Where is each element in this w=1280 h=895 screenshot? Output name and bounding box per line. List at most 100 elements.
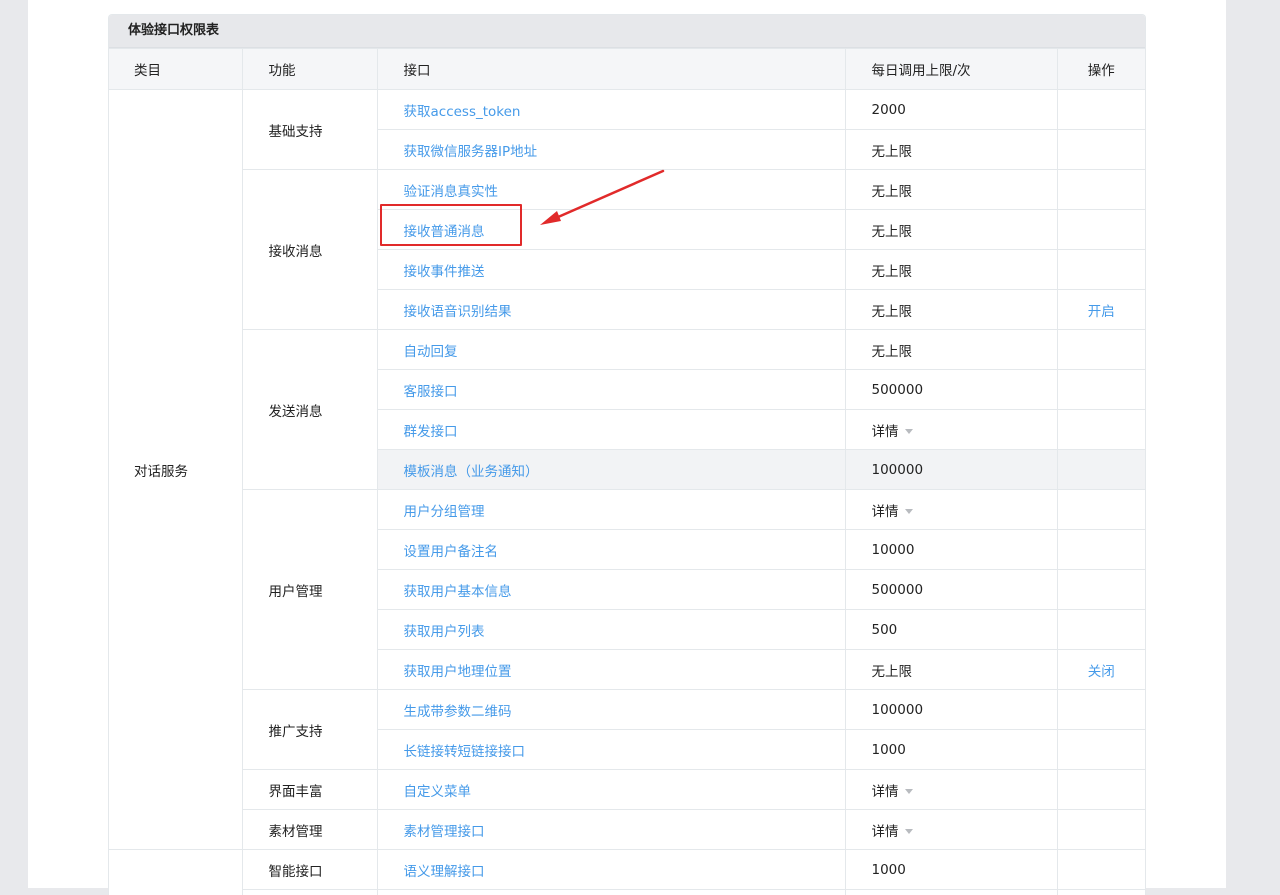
table-row	[109, 890, 1145, 895]
limit-cell: 无上限	[845, 130, 1057, 170]
api-cell	[377, 890, 845, 895]
header-daily-limit: 每日调用上限/次	[845, 49, 1057, 90]
api-link[interactable]: 设置用户备注名	[404, 544, 499, 560]
header-category: 类目	[109, 49, 242, 90]
details-label: 详情	[872, 784, 899, 800]
table-row: 推广支持 生成带参数二维码 100000	[109, 690, 1145, 730]
table-row: 界面丰富 自定义菜单 详情	[109, 770, 1145, 810]
limit-cell	[845, 890, 1057, 895]
header-function: 功能	[242, 49, 377, 90]
api-link[interactable]: 客服接口	[404, 384, 458, 400]
operation-cell	[1057, 770, 1145, 810]
limit-cell: 1000	[845, 730, 1057, 770]
table-header-row: 类目 功能 接口 每日调用上限/次 操作	[109, 49, 1145, 90]
api-link[interactable]: 获取用户列表	[404, 624, 485, 640]
operation-cell	[1057, 490, 1145, 530]
limit-cell: 无上限	[845, 330, 1057, 370]
operation-cell	[1057, 130, 1145, 170]
limit-cell: 无上限	[845, 170, 1057, 210]
operation-cell	[1057, 890, 1145, 895]
function-cell: 智能接口	[242, 850, 377, 890]
limit-cell: 500000	[845, 570, 1057, 610]
table-row: 接收消息 验证消息真实性 无上限	[109, 170, 1145, 210]
limit-cell: 500	[845, 610, 1057, 650]
header-operation: 操作	[1057, 49, 1145, 90]
operation-cell	[1057, 610, 1145, 650]
operation-cell	[1057, 850, 1145, 890]
api-link[interactable]: 自动回复	[404, 344, 458, 360]
operation-cell	[1057, 170, 1145, 210]
operation-cell	[1057, 250, 1145, 290]
api-permission-table: 类目 功能 接口 每日调用上限/次 操作 对话服务 基础支持 获取access_…	[109, 48, 1145, 895]
api-permission-panel: 体验接口权限表 类目 功能 接口 每日调用上限/次 操作 对话服务 基础支持 获…	[108, 14, 1146, 895]
details-label: 详情	[872, 824, 899, 840]
operation-cell	[1057, 570, 1145, 610]
table-row: 智能接口 语义理解接口 1000	[109, 850, 1145, 890]
operation-cell	[1057, 410, 1145, 450]
function-cell	[242, 890, 377, 895]
api-link[interactable]: 自定义菜单	[404, 784, 472, 800]
limit-cell: 无上限	[845, 250, 1057, 290]
operation-cell	[1057, 370, 1145, 410]
limit-cell: 无上限	[845, 650, 1057, 690]
function-cell: 用户管理	[242, 490, 377, 690]
operation-cell	[1057, 690, 1145, 730]
api-link[interactable]: 验证消息真实性	[404, 184, 499, 200]
function-cell: 素材管理	[242, 810, 377, 850]
operation-cell	[1057, 210, 1145, 250]
function-cell: 界面丰富	[242, 770, 377, 810]
api-link[interactable]: 用户分组管理	[404, 504, 485, 520]
details-dropdown[interactable]: 详情	[872, 504, 913, 520]
enable-link[interactable]: 开启	[1088, 304, 1115, 320]
limit-cell: 10000	[845, 530, 1057, 570]
api-link[interactable]: 获取access_token	[404, 104, 521, 120]
details-dropdown[interactable]: 详情	[872, 424, 913, 440]
limit-cell: 2000	[845, 90, 1057, 130]
api-link[interactable]: 接收事件推送	[404, 264, 485, 280]
category-cell-2	[109, 850, 242, 895]
api-link[interactable]: 获取微信服务器IP地址	[404, 144, 538, 160]
operation-cell	[1057, 730, 1145, 770]
api-link[interactable]: 接收普通消息	[404, 224, 485, 240]
operation-cell	[1057, 330, 1145, 370]
disable-link[interactable]: 关闭	[1088, 664, 1115, 680]
operation-cell	[1057, 530, 1145, 570]
function-cell: 发送消息	[242, 330, 377, 490]
limit-cell: 500000	[845, 370, 1057, 410]
operation-cell	[1057, 450, 1145, 490]
limit-cell: 无上限	[845, 210, 1057, 250]
caret-down-icon	[905, 789, 913, 794]
api-link[interactable]: 素材管理接口	[404, 824, 485, 840]
limit-cell: 100000	[845, 690, 1057, 730]
api-link[interactable]: 模板消息（业务通知）	[404, 464, 539, 480]
operation-cell	[1057, 810, 1145, 850]
caret-down-icon	[905, 509, 913, 514]
api-link[interactable]: 生成带参数二维码	[404, 704, 512, 720]
table-row: 用户管理 用户分组管理 详情	[109, 490, 1145, 530]
details-label: 详情	[872, 504, 899, 520]
category-cell: 对话服务	[109, 90, 242, 850]
function-cell: 接收消息	[242, 170, 377, 330]
details-dropdown[interactable]: 详情	[872, 784, 913, 800]
limit-cell: 无上限	[845, 290, 1057, 330]
api-link[interactable]: 获取用户基本信息	[404, 584, 512, 600]
api-link[interactable]: 长链接转短链接接口	[404, 744, 526, 760]
page-background: 体验接口权限表 类目 功能 接口 每日调用上限/次 操作 对话服务 基础支持 获…	[28, 0, 1226, 888]
header-api: 接口	[377, 49, 845, 90]
api-link[interactable]: 群发接口	[404, 424, 458, 440]
details-dropdown[interactable]: 详情	[872, 824, 913, 840]
operation-cell	[1057, 90, 1145, 130]
table-row: 素材管理 素材管理接口 详情	[109, 810, 1145, 850]
limit-cell: 100000	[845, 450, 1057, 490]
api-link[interactable]: 接收语音识别结果	[404, 304, 512, 320]
function-cell: 基础支持	[242, 90, 377, 170]
details-label: 详情	[872, 424, 899, 440]
table-row: 对话服务 基础支持 获取access_token 2000	[109, 90, 1145, 130]
panel-title: 体验接口权限表	[109, 15, 1145, 48]
table-row: 发送消息 自动回复 无上限	[109, 330, 1145, 370]
api-link[interactable]: 语义理解接口	[404, 864, 485, 880]
caret-down-icon	[905, 429, 913, 434]
limit-cell: 1000	[845, 850, 1057, 890]
caret-down-icon	[905, 829, 913, 834]
api-link[interactable]: 获取用户地理位置	[404, 664, 512, 680]
